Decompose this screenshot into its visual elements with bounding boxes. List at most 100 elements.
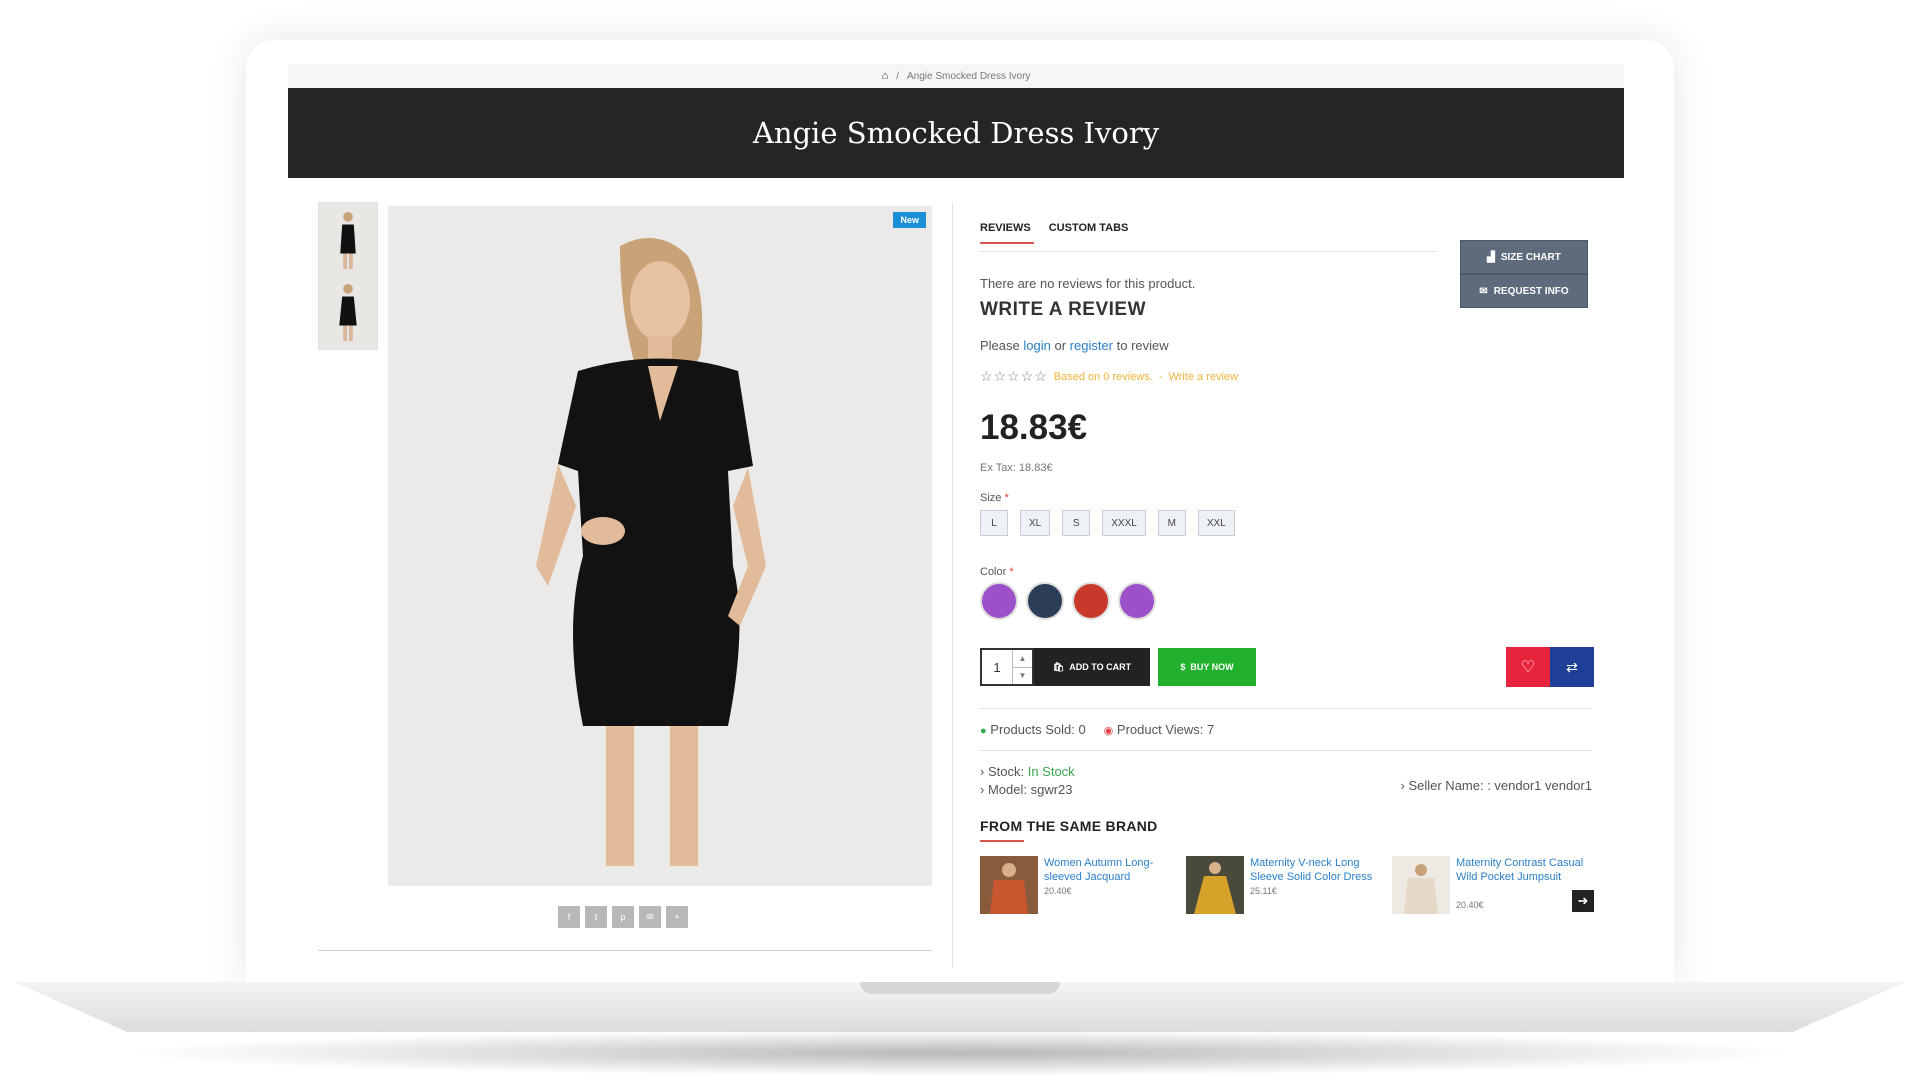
products-sold: ● Products Sold: 0	[980, 722, 1086, 737]
size-option[interactable]: XXL	[1197, 510, 1235, 536]
color-label: Color *	[980, 566, 1014, 578]
rating-separator: -	[1158, 370, 1163, 383]
size-label-text: Size	[980, 492, 1002, 504]
size-option[interactable]: XL	[1020, 510, 1051, 536]
stock-label: Stock:	[987, 764, 1025, 779]
plus-icon[interactable]: +	[666, 906, 688, 928]
ruler-icon: ▟	[1487, 251, 1495, 263]
divider	[980, 708, 1592, 709]
login-prompt: Please login or register to review	[980, 338, 1169, 353]
star-rating-icon: ☆☆☆☆☆	[980, 368, 1048, 384]
size-option[interactable]: XXXL	[1102, 510, 1146, 536]
size-options: L XL S XXXL M XXL	[980, 510, 1235, 536]
chevron-right-icon: ›	[980, 764, 985, 779]
twitter-icon[interactable]: t	[585, 906, 607, 928]
size-option[interactable]: M	[1157, 510, 1186, 536]
login-link[interactable]: login	[1023, 338, 1050, 353]
color-swatch-purple[interactable]	[1118, 582, 1156, 620]
same-brand-title: FROM THE SAME BRAND	[980, 818, 1158, 834]
brand-product-name[interactable]: Women Autumn Long-sleeved Jacquard	[1044, 856, 1174, 884]
request-info-button[interactable]: ✉ REQUEST INFO	[1460, 274, 1588, 308]
brand-product-image[interactable]	[1186, 856, 1244, 914]
home-icon[interactable]: ⌂	[882, 70, 889, 82]
register-link[interactable]: register	[1070, 338, 1113, 353]
brand-product-card[interactable]: Maternity Contrast Casual Wild Pocket Ju…	[1392, 856, 1592, 926]
color-swatch-red[interactable]	[1072, 582, 1110, 620]
laptop-mockup: ⌂ / Angie Smocked Dress Ivory Angie Smoc…	[0, 0, 1920, 1080]
color-swatch-navy[interactable]	[1026, 582, 1064, 620]
column-divider	[952, 202, 953, 968]
arrow-right-icon[interactable]: ➜	[1572, 890, 1594, 912]
heart-icon: ♡	[1520, 659, 1536, 676]
model-info: › Model: sgwr23	[980, 782, 1073, 797]
brand-product-image[interactable]	[980, 856, 1038, 914]
product-content: New f t p ✉ + REVIEWS CUSTOM TABS ▟ SIZE…	[288, 178, 1624, 968]
rating-summary: ☆☆☆☆☆ Based on 0 reviews. - Write a revi…	[980, 368, 1238, 385]
add-to-cart-label: ADD TO CART	[1069, 662, 1132, 672]
seller-info: › Seller Name: : vendor1 vendor1	[1400, 778, 1592, 793]
chevron-right-icon: ›	[980, 782, 985, 797]
seller-name[interactable]: Seller Name: : vendor1 vendor1	[1408, 778, 1592, 793]
divider	[980, 750, 1592, 751]
tabs-divider	[980, 251, 1436, 252]
quantity-input[interactable]: 1	[982, 650, 1012, 684]
add-to-cart-button[interactable]: 🛍 ADD TO CART	[1034, 648, 1150, 686]
brand-product-name[interactable]: Maternity V-neck Long Sleeve Solid Color…	[1250, 856, 1380, 884]
or-text: or	[1054, 338, 1067, 353]
wishlist-button[interactable]: ♡	[1506, 647, 1550, 687]
buy-now-label: BUY NOW	[1190, 662, 1234, 672]
breadcrumb-current: Angie Smocked Dress Ivory	[907, 70, 1031, 82]
laptop-notch	[860, 982, 1060, 994]
color-swatch-purple[interactable]	[980, 582, 1018, 620]
chevron-down-icon[interactable]: ▼	[1013, 668, 1032, 685]
page-title: Angie Smocked Dress Ivory	[752, 116, 1160, 150]
size-option[interactable]: S	[1062, 510, 1091, 536]
email-icon[interactable]: ✉	[639, 906, 661, 928]
breadcrumb-separator: /	[896, 70, 900, 82]
color-label-text: Color	[980, 566, 1007, 578]
quantity-steps: ▲ ▼	[1012, 650, 1032, 684]
product-views-text: Product Views: 7	[1116, 722, 1215, 737]
compare-icon: ⇄	[1566, 658, 1578, 675]
product-main-image[interactable]: New	[388, 206, 932, 886]
to-review-text: to review	[1116, 338, 1169, 353]
brand-product-price: 20.40€	[1456, 900, 1484, 910]
product-thumbnail[interactable]	[318, 202, 378, 278]
write-review-link[interactable]: Write a review	[1169, 371, 1238, 383]
brand-product-image[interactable]	[1392, 856, 1450, 914]
new-badge: New	[893, 212, 926, 228]
write-review-title: WRITE A REVIEW	[980, 299, 1147, 320]
divider	[318, 950, 932, 951]
brand-product-name[interactable]: Maternity Contrast Casual Wild Pocket Ju…	[1456, 856, 1586, 884]
quantity-stepper[interactable]: 1 ▲ ▼	[980, 648, 1034, 686]
product-views: ◉ Product Views: 7	[1104, 722, 1215, 737]
dollar-icon: $	[1180, 662, 1186, 672]
color-options	[980, 582, 1156, 620]
buy-now-button[interactable]: $ BUY NOW	[1158, 648, 1256, 686]
ex-tax-price: Ex Tax: 18.83€	[980, 462, 1053, 474]
reviews-count-link[interactable]: Based on 0 reviews.	[1054, 371, 1153, 383]
required-mark: *	[1009, 566, 1014, 578]
chevron-up-icon[interactable]: ▲	[1013, 650, 1032, 668]
size-option[interactable]: L	[980, 510, 1008, 536]
laptop-shadow	[120, 1030, 1800, 1076]
size-label: Size *	[980, 492, 1009, 504]
chevron-right-icon: ›	[1400, 778, 1405, 793]
request-info-label: REQUEST INFO	[1493, 285, 1569, 297]
pinterest-icon[interactable]: p	[612, 906, 634, 928]
stock-info: › Stock: In Stock	[980, 764, 1075, 779]
sold-icon: ●	[980, 725, 987, 737]
brand-product-card[interactable]: Women Autumn Long-sleeved Jacquard 20.40…	[980, 856, 1180, 926]
facebook-icon[interactable]: f	[558, 906, 580, 928]
brand-product-card[interactable]: Maternity V-neck Long Sleeve Solid Color…	[1186, 856, 1386, 926]
tab-custom-tabs[interactable]: CUSTOM TABS	[1049, 222, 1129, 234]
size-chart-button[interactable]: ▟ SIZE CHART	[1460, 240, 1588, 274]
product-thumbnail[interactable]	[318, 274, 378, 350]
compare-button[interactable]: ⇄	[1550, 647, 1594, 687]
product-price: 18.83€	[980, 408, 1088, 447]
tab-reviews[interactable]: REVIEWS	[980, 222, 1034, 244]
product-stats: ● Products Sold: 0 ◉ Product Views: 7	[980, 722, 1214, 737]
share-buttons: f t p ✉ +	[558, 906, 688, 928]
model-text: Model: sgwr23	[987, 782, 1073, 797]
eye-icon: ◉	[1103, 725, 1114, 737]
